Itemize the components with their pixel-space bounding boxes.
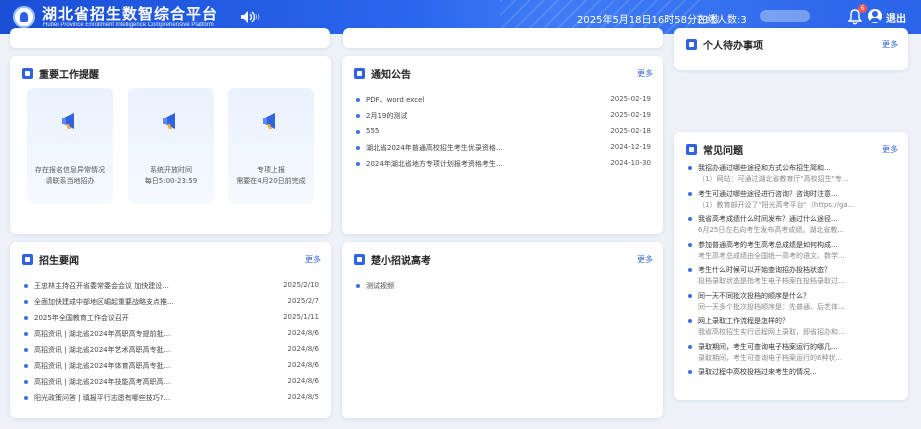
faq-card: 常见问题 更多 我招办通过哪些途径和方式公布招生简和... （1）网站：可通过湖北… — [674, 132, 908, 400]
todo-icon — [686, 39, 697, 50]
list-item[interactable]: PDF、word excel 2025-02-19 — [356, 94, 651, 110]
faq-item[interactable]: 参加普通高考的考生高考总成绩是如何构成... 考生高考总成绩由全国统一高考的语文、… — [688, 239, 896, 265]
faq-item[interactable]: 考生什么时候可以开始查询招办投档状态？ 投档录取状态是指考生电子档案在投档录取过.… — [688, 264, 896, 290]
card-top-stub-left — [10, 28, 330, 48]
faq-item[interactable]: 我省高考成绩什么时间发布？通过什么途径... 6月25日左右向考生发布高考成绩。湖… — [688, 213, 896, 239]
faq-item[interactable]: 网上录取工作流程是怎样的？ 我省高校招生实行远程网上录取，即省招办和... — [688, 315, 896, 341]
reminder-line1: 存在报名信息异常情况 — [35, 166, 105, 174]
important-reminders-card: 重要工作提醒 存在报名信息异常情况 请联系当地招办 系统开放时间 每日5:00-… — [10, 56, 331, 234]
chuxiao-card: 楚小招说高考 更多 测试视频 — [342, 242, 663, 418]
notices-icon — [354, 68, 365, 79]
faq-more-link[interactable]: 更多 — [882, 144, 898, 155]
megaphone-icon — [163, 113, 175, 129]
admission-news-card: 招生要闻 更多 王忠林主持召开省委常委会会议 加快建设... 2025/2/10 … — [10, 242, 331, 418]
megaphone-icon — [62, 113, 74, 129]
reminder-line2: 请联系当地招办 — [45, 177, 95, 185]
notification-badge: 6 — [858, 4, 867, 13]
list-item[interactable]: 全面加快建成中部地区崛起重要战略支点推... 2025/2/7 — [24, 296, 319, 312]
faq-title: 常见问题 — [703, 146, 743, 157]
reminders-icon — [22, 68, 33, 79]
admission-news-icon — [22, 254, 33, 265]
list-item[interactable]: 测试视频 — [356, 280, 651, 296]
reminder-line2: 需要在4月20日前完成 — [236, 177, 306, 185]
reminders-title: 重要工作提醒 — [39, 70, 99, 81]
todo-more-link[interactable]: 更多 — [882, 39, 898, 50]
reminder-line2: 每日5:00-23:59 — [144, 177, 198, 185]
list-item[interactable]: 2024年湖北省地方专项计划报考资格考生... 2024-10-30 — [356, 158, 651, 174]
list-item[interactable]: 2025年全国教育工作会议召开 2025/1/11 — [24, 312, 319, 328]
todo-card: 个人待办事项 更多 — [674, 28, 908, 70]
online-users-count: 在线人数:3 — [697, 15, 747, 26]
list-item[interactable]: 高招资讯 | 湖北省2024年艺术高职高专批... 2024/8/6 — [24, 344, 319, 360]
list-item[interactable]: 王忠林主持召开省委常委会会议 加快建设... 2025/2/10 — [24, 280, 319, 296]
list-item[interactable]: 高招资讯 | 湖北省2024年高职高专提前批... 2024/8/6 — [24, 328, 319, 344]
logout-button[interactable]: 退出 — [886, 10, 906, 25]
platform-title: 湖北省招生数智综合平台 — [42, 5, 219, 23]
card-top-stub-middle — [343, 28, 663, 48]
admission-news-more-link[interactable]: 更多 — [305, 254, 321, 265]
reminder-line1: 专项上报 — [257, 166, 285, 174]
reminder-line1: 系统开放时间 — [150, 166, 192, 174]
reminder-tile[interactable]: 专项上报 需要在4月20日前完成 — [228, 88, 314, 204]
list-item[interactable]: 2月19的测试 2025-02-19 — [356, 110, 651, 126]
list-item[interactable]: 高招资讯 | 湖北省2024年体育高职高专批... 2024/8/6 — [24, 360, 319, 376]
todo-title: 个人待办事项 — [703, 41, 763, 52]
blurred-username — [760, 10, 810, 22]
reminder-tile[interactable]: 系统开放时间 每日5:00-23:59 — [128, 88, 214, 204]
user-avatar-icon[interactable] — [868, 9, 882, 23]
faq-icon — [686, 144, 697, 155]
chuxiao-more-link[interactable]: 更多 — [637, 254, 653, 265]
faq-item[interactable]: 录取过程中高校投档过来考生的情况... — [688, 366, 896, 378]
megaphone-icon — [263, 113, 275, 129]
notices-more-link[interactable]: 更多 — [637, 68, 653, 79]
platform-logo-icon — [13, 6, 35, 28]
reminder-tile[interactable]: 存在报名信息异常情况 请联系当地招办 — [27, 88, 113, 204]
speaker-level-text: )) — [255, 14, 260, 21]
chuxiao-icon — [354, 254, 365, 265]
faq-item[interactable]: 同一天不同批次投档的顺序是什么？ 同一天多个批次投档顺序是：先普通、后艺体... — [688, 290, 896, 316]
faq-item[interactable]: 考生可通过哪些途径进行咨询？咨询时注意... （1）教育部开设了"阳光高考平台"（… — [688, 188, 896, 214]
list-item[interactable]: 湖北省2024年普通高校招生考生优录资格... 2024-12-19 — [356, 142, 651, 158]
list-item[interactable]: 555 2025-02-18 — [356, 126, 651, 142]
list-item[interactable]: 阳光政策问答 | 填报平行志愿有哪些技巧?... 2024/8/5 — [24, 392, 319, 408]
list-item[interactable]: 高招资讯 | 湖北省2024年技能高考高职高... 2024/8/6 — [24, 376, 319, 392]
faq-item[interactable]: 录取期间，考生可查询电子档案运行的哪几... 录取期间，考生可查询电子档案运行的6… — [688, 341, 896, 367]
notices-title: 通知公告 — [371, 70, 411, 81]
admission-news-title: 招生要闻 — [39, 256, 79, 267]
faq-item[interactable]: 我招办通过哪些途径和方式公布招生简和... （1）网站：可通过湖北省教育厅"高校招… — [688, 162, 896, 188]
chuxiao-title: 楚小招说高考 — [371, 256, 431, 267]
notices-card: 通知公告 更多 PDF、word excel 2025-02-19 2月19的测试… — [342, 56, 663, 234]
